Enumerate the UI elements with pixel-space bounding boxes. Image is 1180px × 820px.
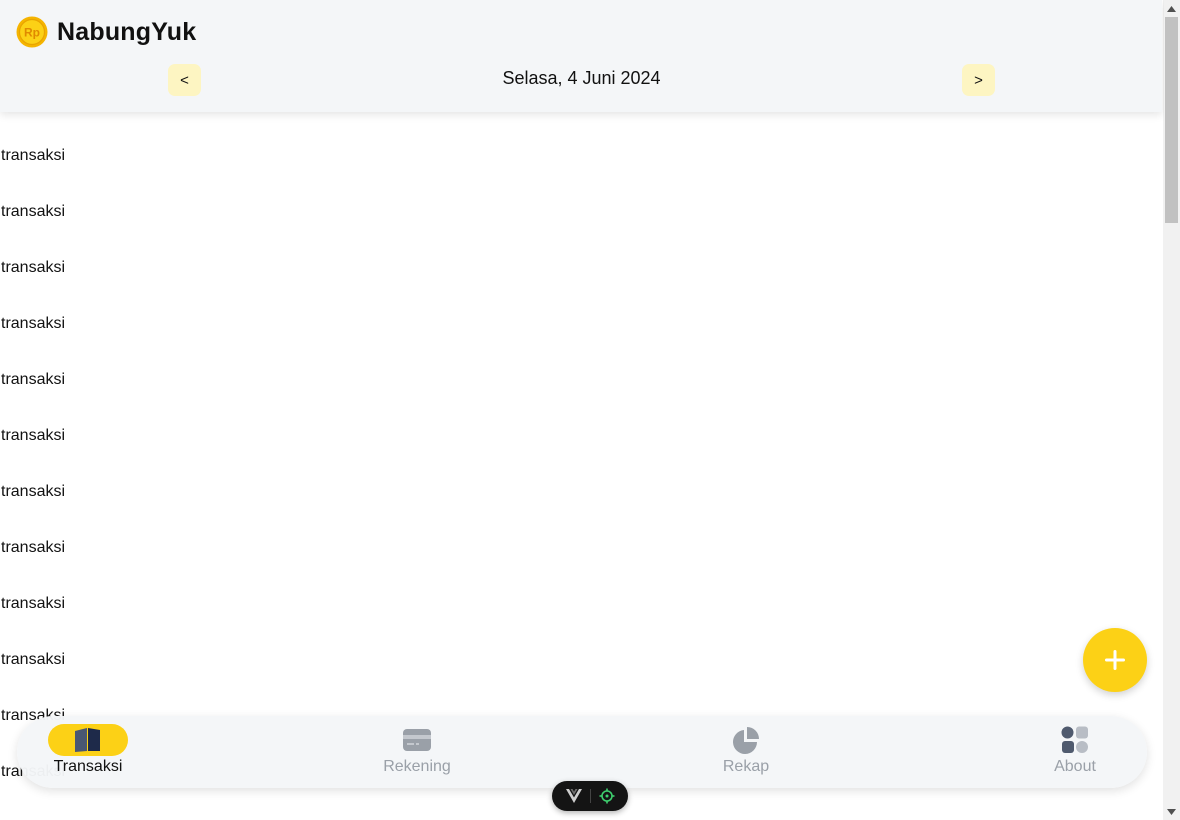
logo-text: Rp xyxy=(24,26,40,40)
nav-icon-pill xyxy=(1035,724,1115,756)
date-navigator: < Selasa, 4 Juni 2024 > xyxy=(168,64,995,96)
rupiah-coin-icon: Rp xyxy=(16,16,48,48)
list-item[interactable]: transaksi xyxy=(0,128,1160,184)
crosshair-icon[interactable] xyxy=(599,788,615,804)
nav-label: Rekening xyxy=(383,758,451,775)
app-title: NabungYuk xyxy=(57,17,197,46)
divider xyxy=(589,789,591,803)
scrollbar-thumb[interactable] xyxy=(1165,17,1178,223)
nav-icon-pill xyxy=(48,724,128,756)
nav-item-rekap[interactable]: Rekap xyxy=(686,724,806,784)
list-item[interactable]: transaksi xyxy=(0,520,1160,576)
app-header: Rp NabungYuk < Selasa, 4 Juni 2024 > xyxy=(0,0,1162,112)
nav-item-transaksi[interactable]: Transaksi xyxy=(28,724,148,784)
app-viewport: transaksi transaksi transaksi transaksi … xyxy=(0,0,1164,820)
nav-icon-pill xyxy=(706,724,786,756)
list-item[interactable]: transaksi xyxy=(0,464,1160,520)
nav-label: Rekap xyxy=(722,758,770,775)
list-item[interactable]: transaksi xyxy=(0,576,1160,632)
scroll-down-arrow-icon[interactable] xyxy=(1163,803,1180,820)
plus-icon xyxy=(1105,650,1125,670)
nav-icon-pill xyxy=(377,724,457,756)
next-day-button[interactable]: > xyxy=(962,64,995,96)
nav-label: About xyxy=(1054,758,1096,775)
nav-item-rekening[interactable]: Rekening xyxy=(357,724,477,784)
devtools-toggle[interactable] xyxy=(552,781,628,811)
card-icon xyxy=(403,729,431,751)
vertical-scrollbar[interactable] xyxy=(1163,0,1180,820)
brand[interactable]: Rp NabungYuk xyxy=(16,16,196,48)
list-item[interactable]: transaksi xyxy=(0,408,1160,464)
scroll-up-arrow-icon[interactable] xyxy=(1163,0,1180,17)
transaction-list: transaksi transaksi transaksi transaksi … xyxy=(0,128,1160,800)
nav-item-about[interactable]: About xyxy=(1015,724,1135,784)
bottom-navigation: Transaksi Rekening Rekap About xyxy=(17,716,1147,788)
list-item[interactable]: transaksi xyxy=(0,352,1160,408)
book-icon xyxy=(75,728,100,752)
vue-logo-icon xyxy=(565,789,582,803)
add-transaction-button[interactable] xyxy=(1083,628,1147,692)
list-item[interactable]: transaksi xyxy=(0,184,1160,240)
list-item[interactable]: transaksi xyxy=(0,296,1160,352)
current-date: Selasa, 4 Juni 2024 xyxy=(502,68,661,88)
grid-icon xyxy=(1061,726,1088,753)
list-item[interactable]: transaksi xyxy=(0,632,1160,688)
nav-label: Transaksi xyxy=(53,758,123,775)
list-item[interactable]: transaksi xyxy=(0,240,1160,296)
pie-chart-icon xyxy=(733,727,759,754)
